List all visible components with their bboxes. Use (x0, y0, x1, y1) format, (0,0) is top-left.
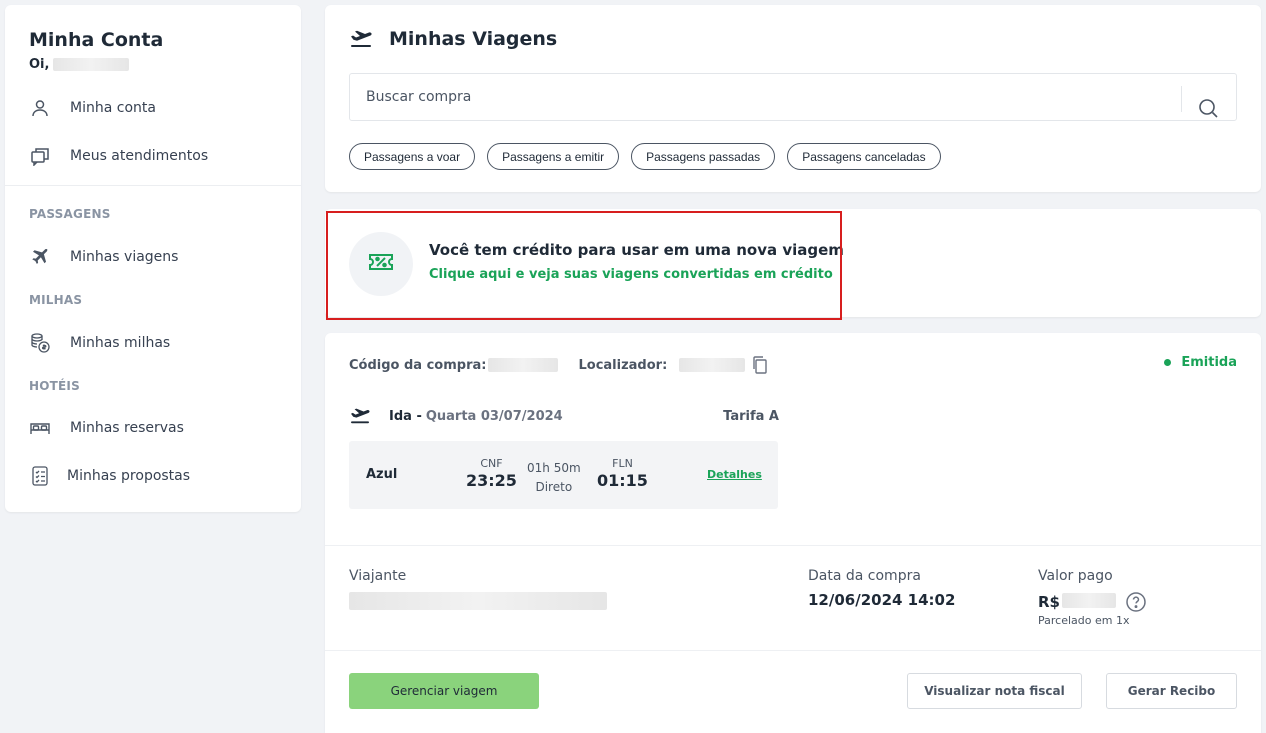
trip-card: Código da compra: Localizador: Emitida I… (325, 333, 1261, 733)
sidebar-item-label: Minhas propostas (67, 468, 191, 484)
filter-chips: Passagens a voar Passagens a emitir Pass… (349, 143, 941, 170)
airline-name: Azul (366, 467, 398, 482)
plane-departure-icon (349, 407, 371, 425)
divider (325, 545, 1261, 546)
manage-trip-button[interactable]: Gerenciar viagem (349, 673, 539, 709)
redacted-traveler-name (349, 592, 607, 610)
divider (325, 650, 1261, 651)
sidebar-item-minha-conta[interactable]: Minha conta (29, 97, 156, 119)
greeting-text: Oi, (29, 57, 50, 72)
leg-date: Quarta 03/07/2024 (425, 408, 563, 424)
traveler-label: Viajante (349, 568, 407, 584)
credit-icon-wrap (349, 232, 413, 296)
sidebar-item-minhas-milhas[interactable]: Minhas milhas (29, 332, 170, 354)
greeting: Oi, (29, 57, 130, 72)
purchase-date: 12/06/2024 14:02 (808, 591, 956, 609)
stops-text: Direto (535, 480, 573, 494)
sidebar-item-label: Minhas milhas (70, 335, 171, 351)
filter-passagens-a-emitir[interactable]: Passagens a emitir (487, 143, 620, 170)
coins-icon (29, 332, 51, 354)
purchase-code-row: Código da compra: Localizador: (349, 355, 769, 375)
status-text: Emitida (1181, 355, 1237, 370)
generate-receipt-button[interactable]: Gerar Recibo (1106, 673, 1237, 709)
search-box (349, 73, 1237, 121)
origin-code: CNF (480, 457, 503, 470)
search-icon[interactable] (1198, 98, 1220, 120)
redacted-purchase-code (488, 358, 559, 372)
leg-direction: Ida - (389, 408, 422, 424)
section-title-milhas: MILHAS (29, 293, 83, 307)
filter-passagens-passadas[interactable]: Passagens passadas (631, 143, 776, 170)
leg-header: Ida - Quarta 03/07/2024 Tarifa A (349, 407, 779, 425)
sidebar-title: Minha Conta (29, 29, 164, 51)
section-title-hoteis: HOTÉIS (29, 379, 80, 393)
search-input[interactable] (350, 74, 1180, 120)
arrival-time: 01:15 (597, 471, 648, 490)
sidebar-item-meus-atendimentos[interactable]: Meus atendimentos (29, 145, 208, 167)
sidebar-item-minhas-reservas[interactable]: Minhas reservas (29, 417, 184, 439)
user-icon (29, 97, 51, 119)
page-title: Minhas Viagens (389, 28, 558, 50)
filter-passagens-canceladas[interactable]: Passagens canceladas (787, 143, 941, 170)
search-separator (1181, 86, 1182, 112)
purchase-code-label: Código da compra: (349, 357, 487, 373)
sidebar-item-label: Meus atendimentos (70, 148, 209, 164)
section-title-passagens: PASSAGENS (29, 207, 111, 221)
sidebar-item-label: Minhas reservas (70, 420, 184, 436)
paid-currency: R$ (1038, 593, 1060, 611)
flight-summary: Azul CNF 23:25 01h 50m Direto FLN 01:15 … (349, 441, 778, 509)
flight-duration: 01h 50m Direto (527, 459, 581, 497)
plane-departure-icon (349, 29, 373, 49)
filter-passagens-a-voar[interactable]: Passagens a voar (349, 143, 476, 170)
details-link[interactable]: Detalhes (707, 468, 762, 481)
credit-link[interactable]: Clique aqui e veja suas viagens converti… (429, 267, 833, 282)
destination-code: FLN (612, 457, 633, 470)
voucher-percent-icon (367, 252, 395, 276)
credit-title: Você tem crédito para usar em uma nova v… (429, 241, 844, 259)
sidebar-item-label: Minhas viagens (70, 249, 179, 265)
installments-text: Parcelado em 1x (1038, 614, 1130, 627)
sidebar-item-minhas-propostas[interactable]: Minhas propostas (29, 465, 190, 487)
origin: CNF 23:25 (466, 457, 517, 490)
purchase-date-label: Data da compra (808, 568, 921, 584)
view-invoice-button[interactable]: Visualizar nota fiscal (907, 673, 1082, 709)
departure-time: 23:25 (466, 471, 517, 490)
chat-icon (29, 145, 51, 167)
sidebar-item-minhas-viagens[interactable]: Minhas viagens (29, 246, 178, 268)
checklist-icon (29, 465, 51, 487)
paid-label: Valor pago (1038, 568, 1113, 584)
help-icon[interactable] (1125, 591, 1147, 613)
sidebar-divider (5, 185, 301, 186)
locator-label: Localizador: (578, 357, 668, 373)
redacted-locator (679, 358, 746, 372)
status-badge: Emitida (1164, 355, 1237, 370)
fare-name: Tarifa A (723, 408, 779, 424)
search-card: Minhas Viagens Passagens a voar Passagen… (325, 5, 1261, 192)
copy-icon[interactable] (751, 355, 769, 375)
redacted-paid-amount (1062, 593, 1116, 608)
duration-text: 01h 50m (527, 461, 581, 475)
sidebar: Minha Conta Oi, Minha conta Meus atendim… (5, 5, 301, 512)
airplane-icon (29, 246, 51, 268)
sidebar-item-label: Minha conta (70, 100, 156, 116)
redacted-user-name (53, 58, 130, 71)
credit-banner[interactable]: Você tem crédito para usar em uma nova v… (325, 209, 1261, 320)
bed-icon (29, 417, 51, 439)
destination: FLN 01:15 (597, 457, 648, 490)
status-dot (1164, 359, 1172, 366)
